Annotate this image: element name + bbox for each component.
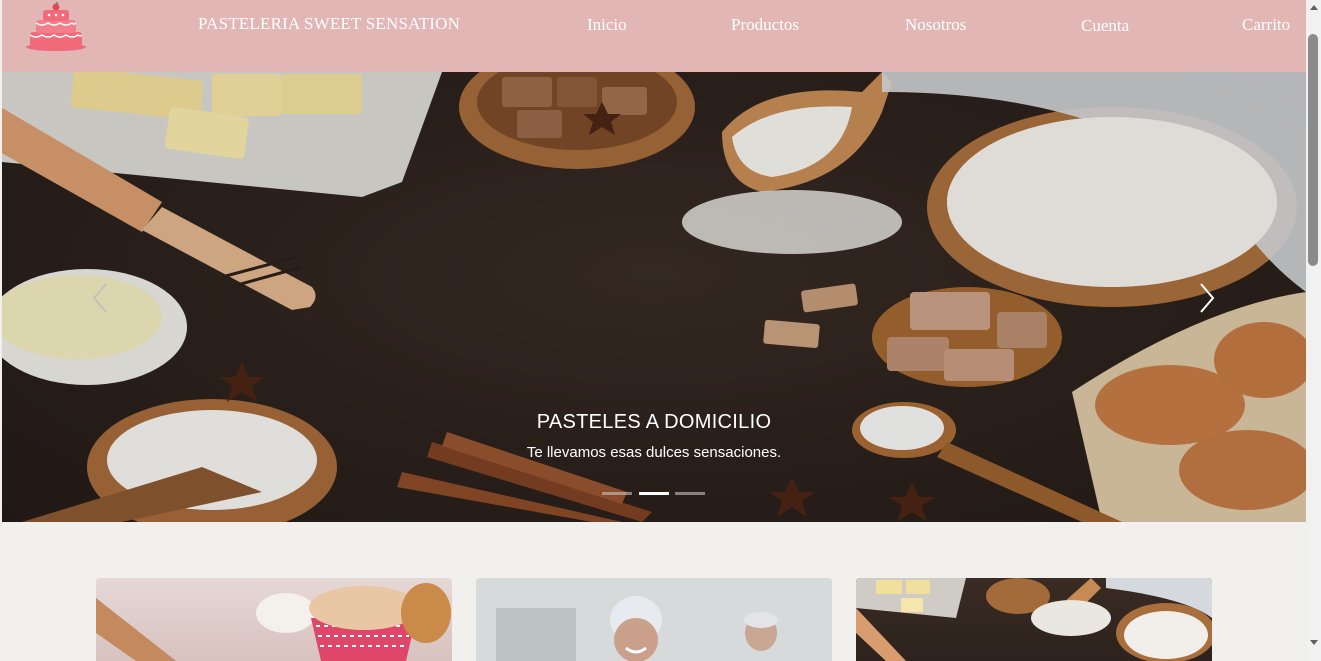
brand-name[interactable]: PASTELERIA SWEET SENSATION [198,14,460,34]
ingredients-card-image[interactable] [856,578,1212,661]
carousel-indicator-1[interactable] [602,492,632,495]
nav-link-nosotros[interactable]: Nosotros [905,15,966,35]
team-card-image[interactable] [476,578,832,661]
carousel-indicators [602,492,706,496]
nav-link-carrito[interactable]: Carrito [1242,15,1290,35]
nav-link-productos[interactable]: Productos [731,15,799,35]
chevron-left-icon[interactable] [88,280,112,316]
hero-carousel: PASTELES A DOMICILIO Te llevamos esas du… [2,72,1306,522]
carousel-indicator-3[interactable] [675,492,705,495]
nav-link-cuenta[interactable]: Cuenta [1081,16,1129,36]
scrollbar[interactable] [1306,0,1321,661]
navbar: PASTELERIA SWEET SENSATION Inicio Produc… [2,0,1306,72]
page: PASTELERIA SWEET SENSATION Inicio Produc… [0,0,1306,661]
nav-link-inicio[interactable]: Inicio [587,15,627,35]
scroll-up-arrow-icon[interactable] [1310,5,1318,10]
scroll-down-arrow-icon[interactable] [1310,640,1318,645]
chevron-right-icon[interactable] [1195,280,1219,316]
product-card-image[interactable] [96,578,452,661]
scrollbar-thumb[interactable] [1308,34,1318,266]
hero-subtitle: Te llevamos esas dulces sensaciones. [526,444,782,461]
carousel-indicator-2[interactable] [639,492,669,495]
cake-icon[interactable] [24,1,88,52]
hero-title: PASTELES A DOMICILIO [536,411,772,433]
